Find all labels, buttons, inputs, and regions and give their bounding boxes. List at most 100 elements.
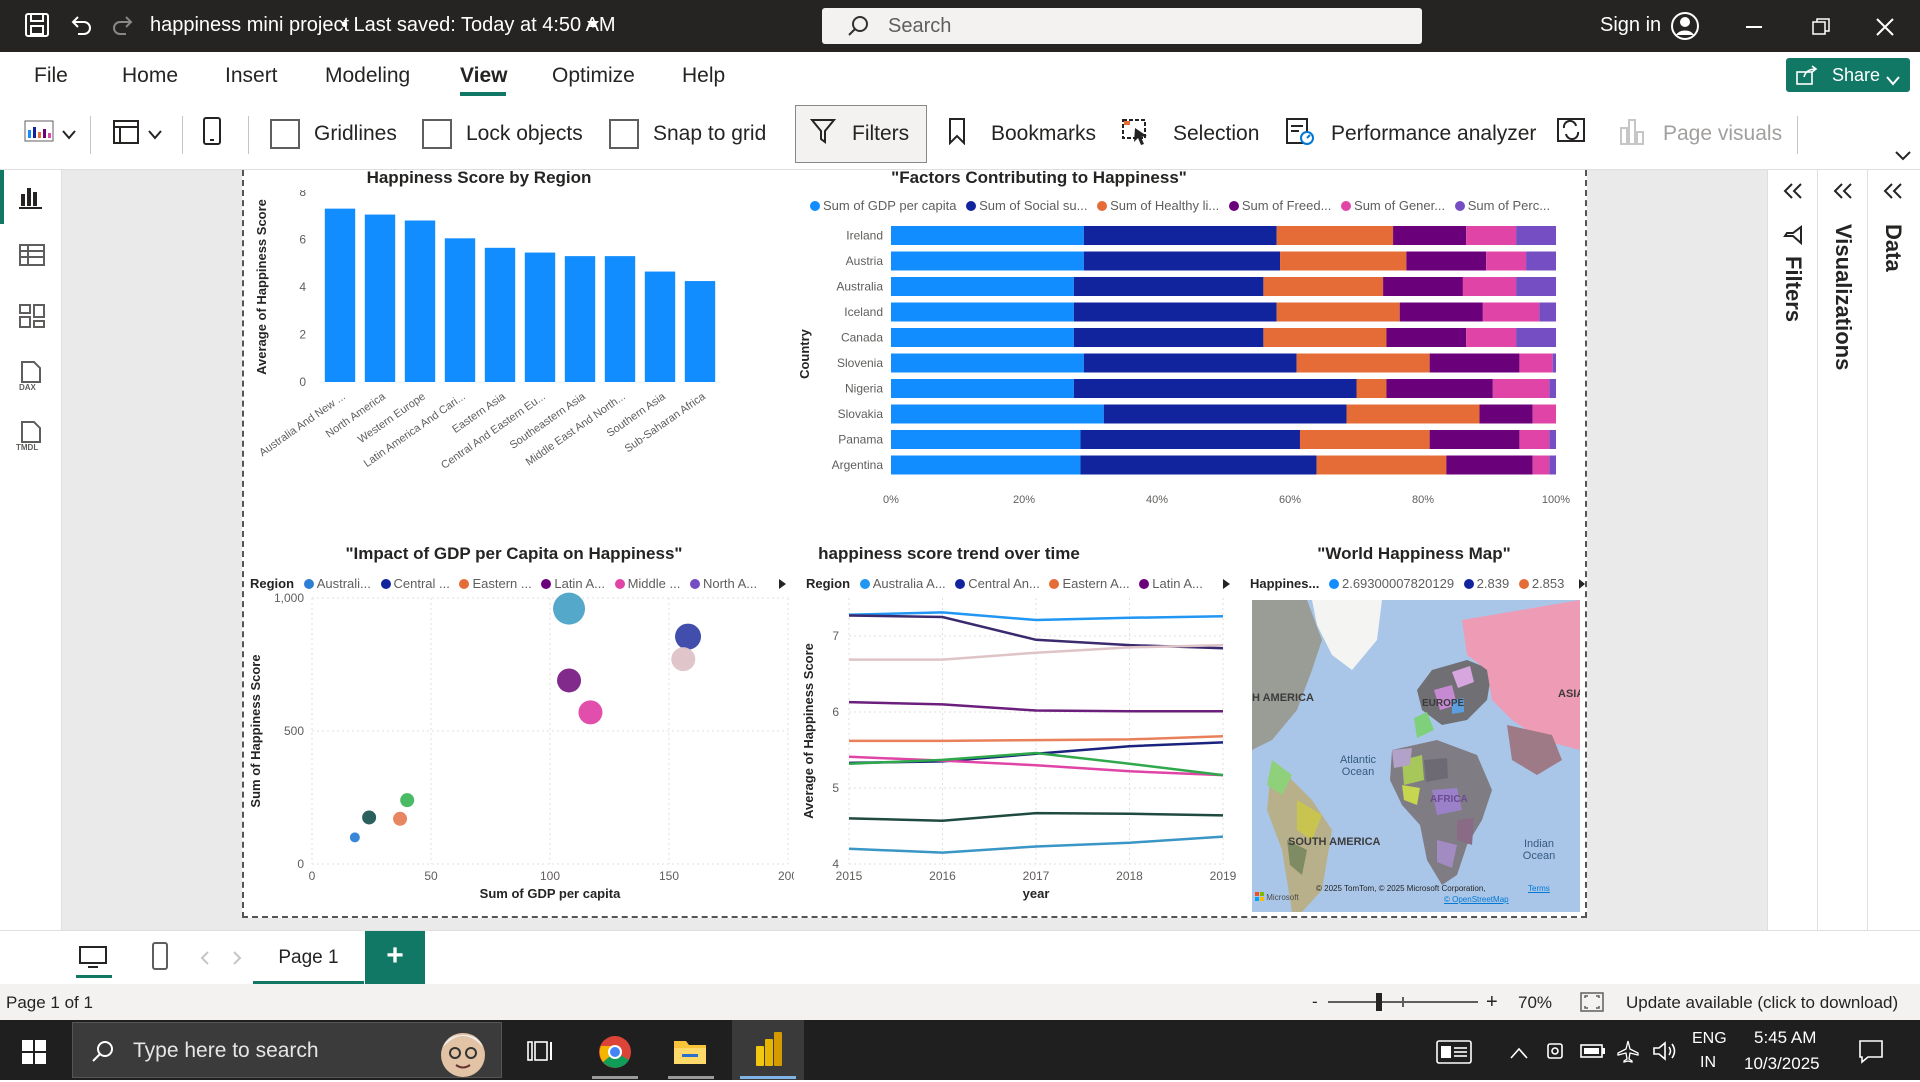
- update-available-link[interactable]: Update available (click to download): [1626, 993, 1898, 1013]
- menu-modeling[interactable]: Modeling: [325, 64, 410, 88]
- snap-to-grid-checkbox[interactable]: [609, 119, 639, 149]
- map-base: [1252, 600, 1580, 912]
- filters-pane[interactable]: Filters: [1767, 170, 1817, 930]
- y-tick-label: Slovakia: [838, 407, 884, 421]
- airplane-mode-icon[interactable]: [1616, 1039, 1640, 1068]
- filters-button[interactable]: Filters: [795, 105, 927, 163]
- sign-in-link[interactable]: Sign in: [1600, 14, 1661, 37]
- dax-query-view-icon[interactable]: DAX: [16, 360, 46, 397]
- snap-to-grid-toggle[interactable]: Snap to grid: [609, 98, 766, 170]
- performance-analyzer-button[interactable]: Performance analyzer: [1285, 98, 1536, 170]
- scatter-chart-gdp-happiness[interactable]: 0 50 100 150 200 0 500 1,000 Sum of GDP per capi…: [244, 592, 794, 914]
- expand-filters-icon[interactable]: [1782, 182, 1804, 205]
- taskbar-search-box[interactable]: Type here to search: [72, 1022, 502, 1078]
- mobile-layout-button[interactable]: [200, 98, 224, 170]
- bar-segment: [1280, 251, 1407, 271]
- line-chart-trend[interactable]: 45672015 2016 2017 2018 2019yearAverage of H…: [799, 592, 1239, 914]
- report-page: Happiness Score by Region 0 2 4 6 8 Average o…: [242, 168, 1589, 918]
- bar-segment: [1519, 430, 1550, 449]
- bookmarks-button[interactable]: Bookmarks: [947, 98, 1096, 170]
- chrome-icon[interactable]: [597, 1034, 633, 1075]
- undo-icon[interactable]: [68, 12, 94, 43]
- powerbi-taskbar-button[interactable]: [732, 1020, 804, 1080]
- mobile-layout-icon[interactable]: [150, 941, 170, 976]
- ribbon: Gridlines Lock objects Snap to grid Filt…: [0, 98, 1920, 170]
- show-hidden-icons-icon[interactable]: [1510, 1046, 1528, 1064]
- scatter-point: [393, 811, 408, 826]
- zoom-out-button[interactable]: -: [1312, 992, 1318, 1012]
- gridlines-toggle[interactable]: Gridlines: [270, 98, 397, 170]
- selection-button[interactable]: Selection: [1121, 98, 1259, 170]
- menu-file[interactable]: File: [34, 64, 68, 88]
- expand-data-icon[interactable]: [1882, 182, 1904, 205]
- meet-now-icon[interactable]: [1545, 1040, 1565, 1067]
- file-explorer-icon[interactable]: [672, 1036, 708, 1071]
- data-pane-label: Data: [1881, 224, 1906, 272]
- trend-legend[interactable]: Region Australia A... Central An... East…: [806, 576, 1203, 591]
- theme-dropdown[interactable]: [24, 98, 76, 170]
- account-icon[interactable]: [1670, 11, 1700, 46]
- scroll-right-icon[interactable]: [232, 951, 242, 970]
- menu-help[interactable]: Help: [682, 64, 725, 88]
- ribbon-collapse-icon[interactable]: [1895, 148, 1911, 166]
- map-terms-link[interactable]: Terms: [1528, 884, 1550, 893]
- sync-slicers-button[interactable]: [1556, 98, 1588, 170]
- volume-icon[interactable]: [1652, 1040, 1678, 1067]
- minimize-icon[interactable]: [1746, 26, 1762, 28]
- windows-start-icon[interactable]: [22, 1040, 46, 1069]
- restore-icon[interactable]: [1812, 18, 1830, 41]
- report-view-icon[interactable]: [18, 184, 44, 215]
- map-legend[interactable]: Happines... 2.69300007820129 2.839 2.853: [1250, 576, 1564, 591]
- menu-optimize[interactable]: Optimize: [552, 64, 635, 88]
- clock-time[interactable]: 5:45 AM: [1754, 1028, 1816, 1048]
- menu-home[interactable]: Home: [122, 64, 178, 88]
- close-icon[interactable]: [1876, 18, 1894, 41]
- chevron-down-icon[interactable]: [585, 18, 601, 36]
- save-icon[interactable]: [24, 12, 50, 43]
- gridlines-checkbox[interactable]: [270, 119, 300, 149]
- news-widget-icon[interactable]: [1436, 1040, 1472, 1069]
- expand-visualizations-icon[interactable]: [1832, 182, 1854, 205]
- lock-objects-toggle[interactable]: Lock objects: [422, 98, 583, 170]
- clock-date[interactable]: 10/3/2025: [1744, 1054, 1820, 1074]
- fit-to-page-icon[interactable]: [1580, 992, 1604, 1017]
- battery-icon[interactable]: [1580, 1044, 1606, 1063]
- zoom-slider[interactable]: [1328, 993, 1478, 1011]
- map-osm-link[interactable]: © OpenStreetMap: [1444, 895, 1509, 904]
- notification-center-icon[interactable]: [1858, 1038, 1884, 1069]
- page-visuals-button[interactable]: Page visuals: [1619, 98, 1782, 170]
- data-pane[interactable]: Data: [1867, 170, 1920, 930]
- chart-title-gdp-impact: "Impact of GDP per Capita on Happiness": [345, 544, 683, 563]
- search-box[interactable]: Search: [822, 8, 1422, 44]
- world-map[interactable]: H AMERICA EUROPE ASIA Atlantic Ocean AFR…: [1252, 600, 1580, 912]
- menu-view[interactable]: View: [460, 64, 507, 88]
- bar: [404, 220, 436, 382]
- bar-segment: [1386, 379, 1493, 398]
- visualizations-pane[interactable]: Visualizations: [1817, 170, 1867, 930]
- desktop-layout-icon[interactable]: [78, 945, 108, 974]
- page-tab-page-1[interactable]: Page 1: [253, 931, 364, 985]
- redo-icon[interactable]: [110, 12, 136, 43]
- page-view-dropdown[interactable]: [112, 98, 162, 170]
- tmdl-view-icon[interactable]: TMDL: [14, 420, 48, 457]
- model-view-icon[interactable]: [18, 302, 46, 335]
- scroll-left-icon[interactable]: [200, 951, 210, 970]
- share-button[interactable]: Share: [1786, 58, 1910, 92]
- table-view-icon[interactable]: [18, 242, 46, 273]
- zoom-in-button[interactable]: +: [1486, 991, 1498, 1014]
- factors-legend[interactable]: Sum of GDP per capita Sum of Social su..…: [804, 198, 1550, 213]
- add-page-button[interactable]: +: [365, 931, 425, 985]
- task-view-icon[interactable]: [526, 1038, 554, 1069]
- svg-text:TMDL: TMDL: [16, 443, 38, 452]
- language-region[interactable]: IN: [1700, 1054, 1716, 1072]
- bar-chart-happiness-by-region[interactable]: 02468Average of Happiness ScoreAustralia…: [252, 190, 732, 520]
- menu-insert[interactable]: Insert: [225, 64, 278, 88]
- scatter-legend[interactable]: Region Australi... Central ... Eastern .…: [250, 576, 757, 591]
- zoom-level[interactable]: 70%: [1518, 993, 1552, 1013]
- language-code[interactable]: ENG: [1692, 1030, 1727, 1048]
- x-tick-label: 50: [424, 869, 438, 883]
- lock-objects-checkbox[interactable]: [422, 119, 452, 149]
- legend-next-icon[interactable]: [1578, 577, 1586, 595]
- stacked-bar-chart-factors[interactable]: Country Ireland Austria Australia Iceland Can…: [799, 214, 1589, 510]
- zoom-slider-thumb[interactable]: [1376, 993, 1382, 1011]
